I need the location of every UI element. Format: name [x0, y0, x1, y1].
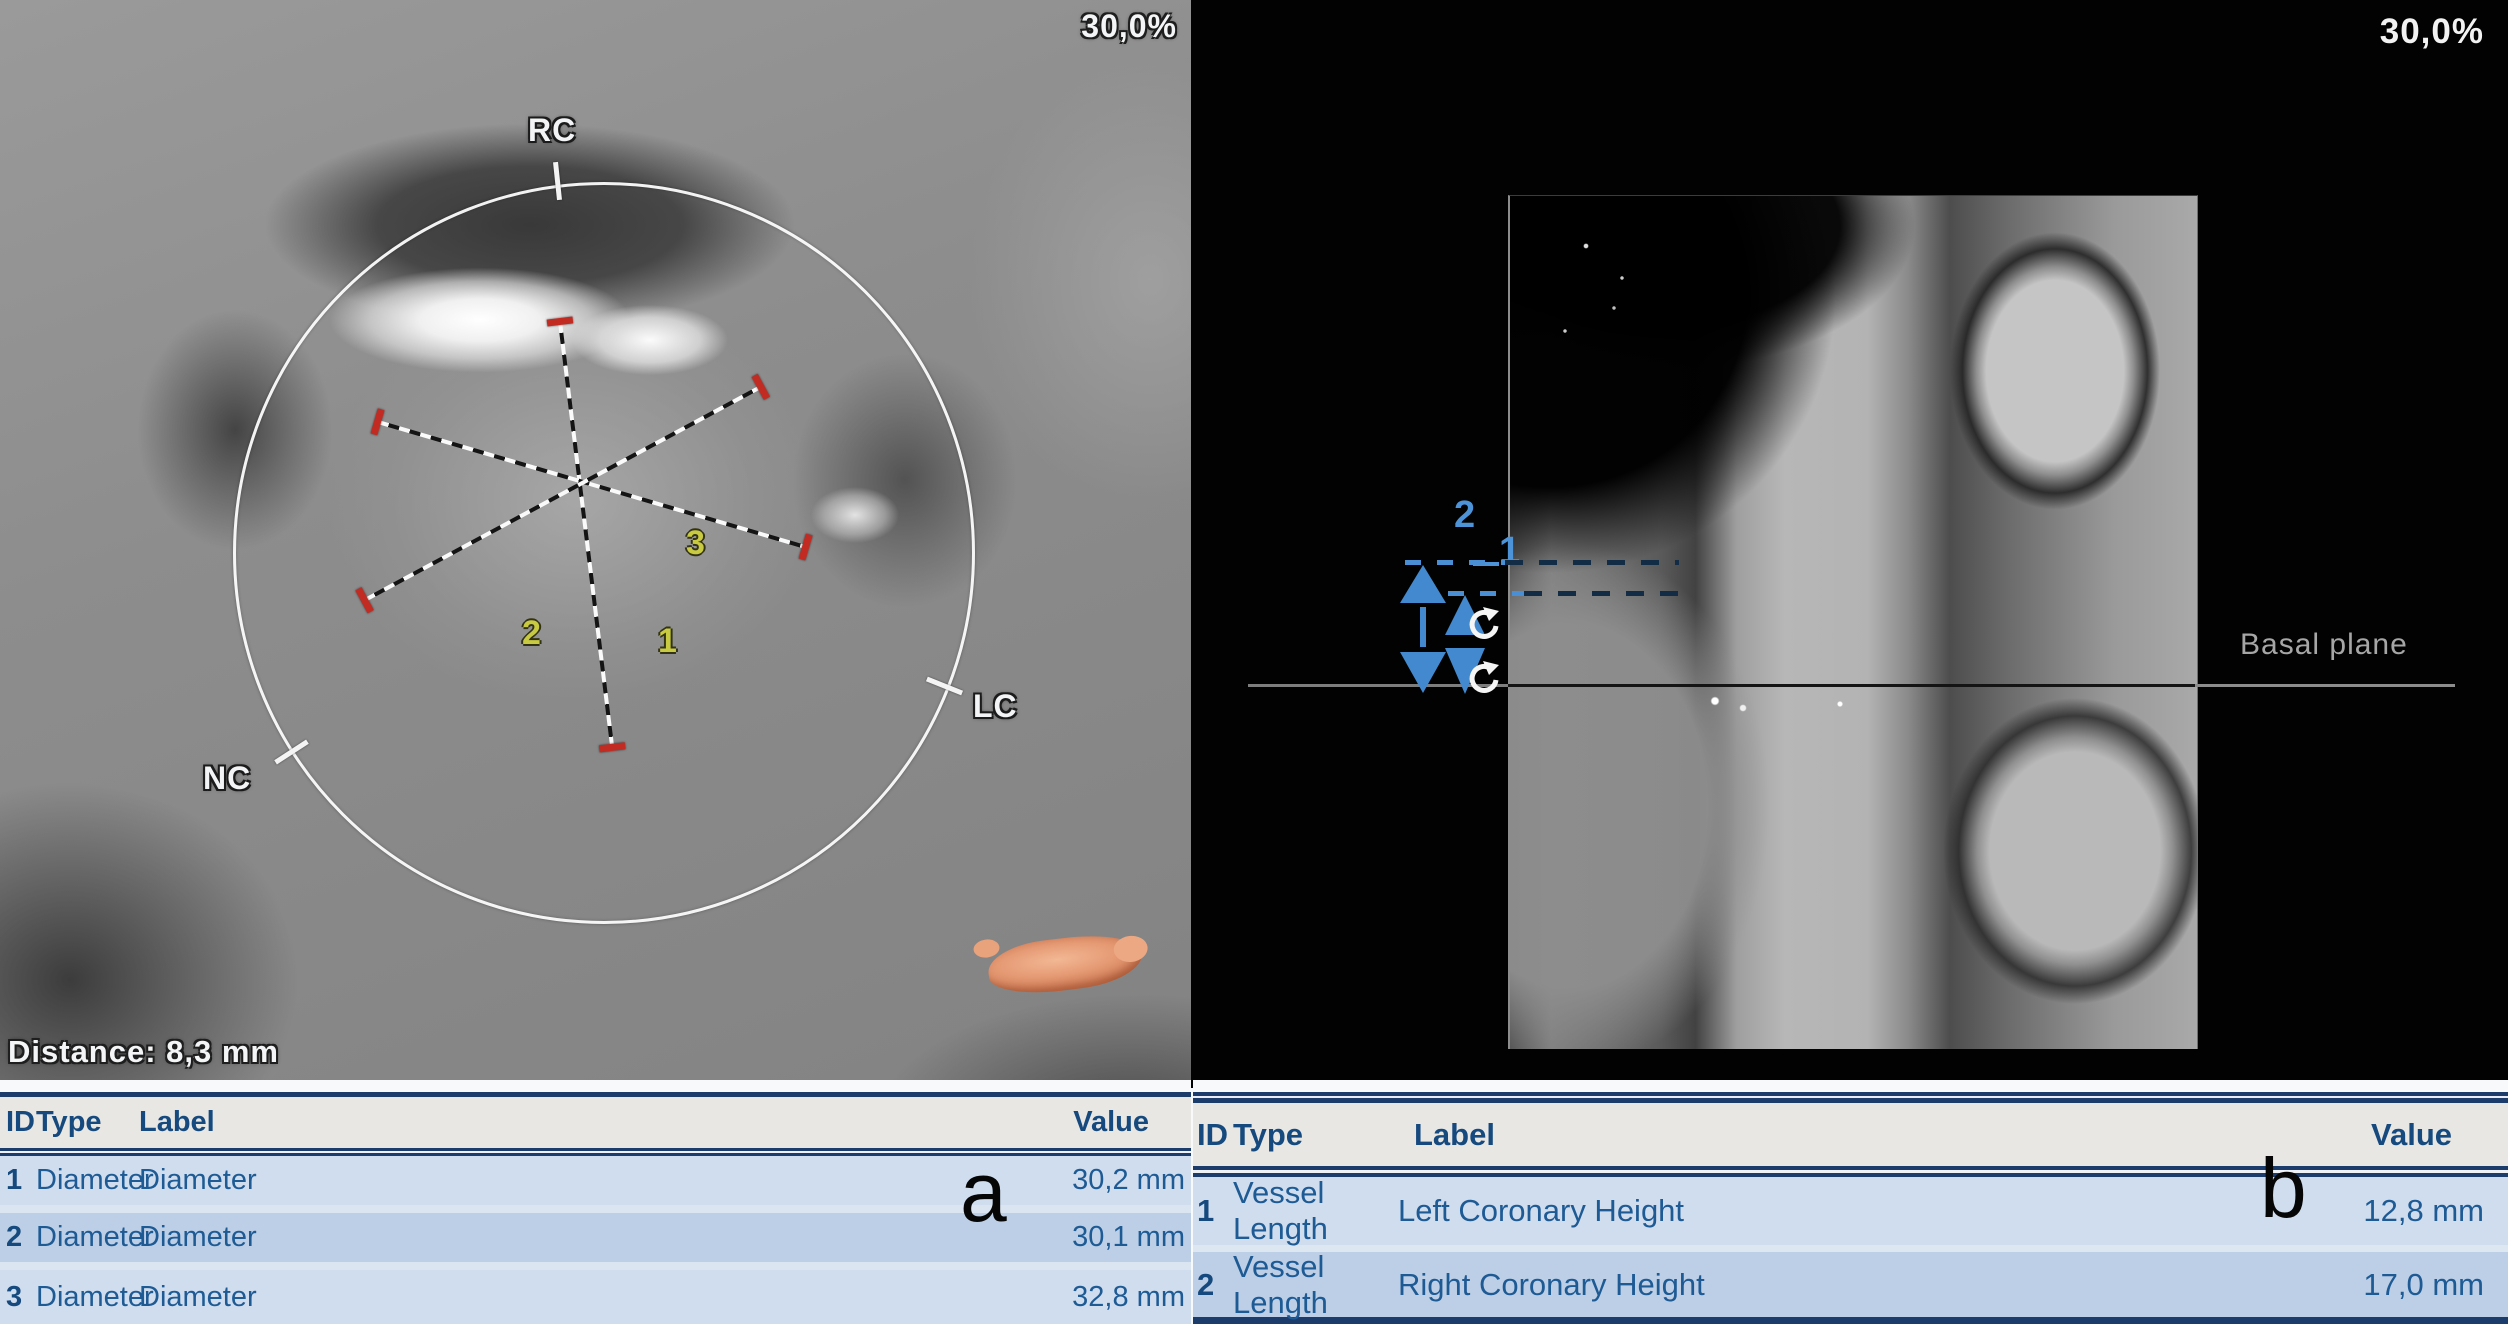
coronary-level-dashline-1: [1505, 560, 1679, 565]
coronary-level-dashline-2: [1524, 591, 1679, 596]
distance-readout: Distance: 8,3 mm: [8, 1034, 279, 1070]
basal-plane-line[interactable]: [2195, 684, 2455, 687]
table-border: [0, 1148, 1191, 1156]
table-top-strip: [0, 1080, 1191, 1092]
measurement-table-b: ID Type Label Value 1 Vessel Length Left…: [1193, 1080, 2508, 1324]
ct-coronal-viewport[interactable]: Basal plane 2 1: [1191, 0, 2508, 1088]
cell-label: Right Coronary Height: [1398, 1267, 2264, 1303]
table-row[interactable]: 1 Vessel Length Left Coronary Height 12,…: [1193, 1177, 2508, 1245]
table-border: [1193, 1092, 2508, 1103]
table-row[interactable]: 2 Diameter Diameter 30,1 mm: [0, 1213, 1191, 1262]
measurement-table-a: ID Type Label Value 1 Diameter Diameter …: [0, 1080, 1191, 1324]
row-gap: [0, 1262, 1191, 1270]
row-gap: [0, 1205, 1191, 1213]
height-marker-2: 2: [1454, 494, 1475, 537]
cell-type: Diameter: [36, 1281, 139, 1314]
ct-coronal-image: [1508, 195, 2198, 1049]
col-header-type: Type: [1233, 1117, 1398, 1153]
zoom-level-readout: 30,0%: [2380, 12, 2484, 52]
cell-id: 1: [1193, 1193, 1233, 1229]
cell-label: Left Coronary Height: [1398, 1193, 2264, 1229]
cusp-label-rc: RC: [528, 112, 576, 149]
table-row[interactable]: 2 Vessel Length Right Coronary Height 17…: [1193, 1252, 2508, 1317]
coronary-3d-overlay: [985, 929, 1145, 1000]
cell-type: Vessel Length: [1233, 1249, 1398, 1321]
annulus-circle-overlay[interactable]: [233, 182, 975, 924]
table-header-row: ID Type Label Value: [1193, 1103, 2508, 1166]
table-top-strip: [1193, 1080, 2508, 1092]
figure-letter-b: b: [2260, 1146, 2307, 1230]
cell-value: 32,8 mm: [995, 1281, 1191, 1314]
col-header-label: Label: [139, 1106, 959, 1139]
table-header-row: ID Type Label Value: [0, 1097, 1191, 1148]
col-header-id: ID: [1193, 1117, 1233, 1153]
cell-type: Vessel Length: [1233, 1175, 1398, 1247]
ct-axial-viewport[interactable]: RC NC LC 1 2 3 30,0% Distance: 8,3 mm: [0, 0, 1191, 1080]
cell-type: Diameter: [36, 1164, 139, 1197]
col-header-type: Type: [36, 1106, 139, 1139]
move-down-arrow[interactable]: [1400, 652, 1446, 693]
diameter-number-1: 1: [658, 622, 677, 661]
cell-label: Diameter: [139, 1164, 995, 1197]
cell-id: 1: [0, 1164, 36, 1197]
cusp-label-lc: LC: [973, 688, 1018, 725]
cell-value: 17,0 mm: [2264, 1267, 2508, 1303]
figure-letter-a: a: [960, 1150, 1007, 1234]
basal-plane-label: Basal plane: [2240, 628, 2408, 662]
col-header-value: Value: [959, 1106, 1191, 1139]
height-marker-1: 1: [1499, 530, 1520, 573]
diameter-number-3: 3: [686, 524, 705, 563]
col-header-id: ID: [0, 1106, 36, 1139]
basal-plane-line[interactable]: [1508, 684, 2195, 687]
rotate-plane-icon[interactable]: [1463, 606, 1499, 644]
cell-type: Diameter: [36, 1221, 139, 1254]
cell-value: 30,1 mm: [995, 1221, 1191, 1254]
tavi-planning-figure: RC NC LC 1 2 3 30,0% Distance: 8,3 mm ID…: [0, 0, 2508, 1324]
rotate-plane-icon[interactable]: [1463, 660, 1499, 698]
diameter-number-2: 2: [522, 614, 541, 653]
cell-label: Diameter: [139, 1221, 995, 1254]
cell-id: 2: [0, 1221, 36, 1254]
height-stem: [1420, 607, 1426, 647]
table-row[interactable]: 1 Diameter Diameter 30,2 mm: [0, 1156, 1191, 1205]
move-up-arrow[interactable]: [1400, 565, 1446, 603]
cell-id: 3: [0, 1281, 36, 1314]
cusp-label-nc: NC: [203, 760, 251, 797]
panel-annulus: RC NC LC 1 2 3 30,0% Distance: 8,3 mm ID…: [0, 0, 1191, 1324]
cell-id: 2: [1193, 1267, 1233, 1303]
zoom-level-readout: 30,0%: [1081, 8, 1177, 45]
cell-label: Diameter: [139, 1281, 995, 1314]
panel-coronary-heights: Basal plane 2 1: [1191, 0, 2508, 1324]
cell-value: 30,2 mm: [995, 1164, 1191, 1197]
col-header-label: Label: [1398, 1117, 2232, 1153]
table-row[interactable]: 3 Diameter Diameter 32,8 mm: [0, 1270, 1191, 1324]
